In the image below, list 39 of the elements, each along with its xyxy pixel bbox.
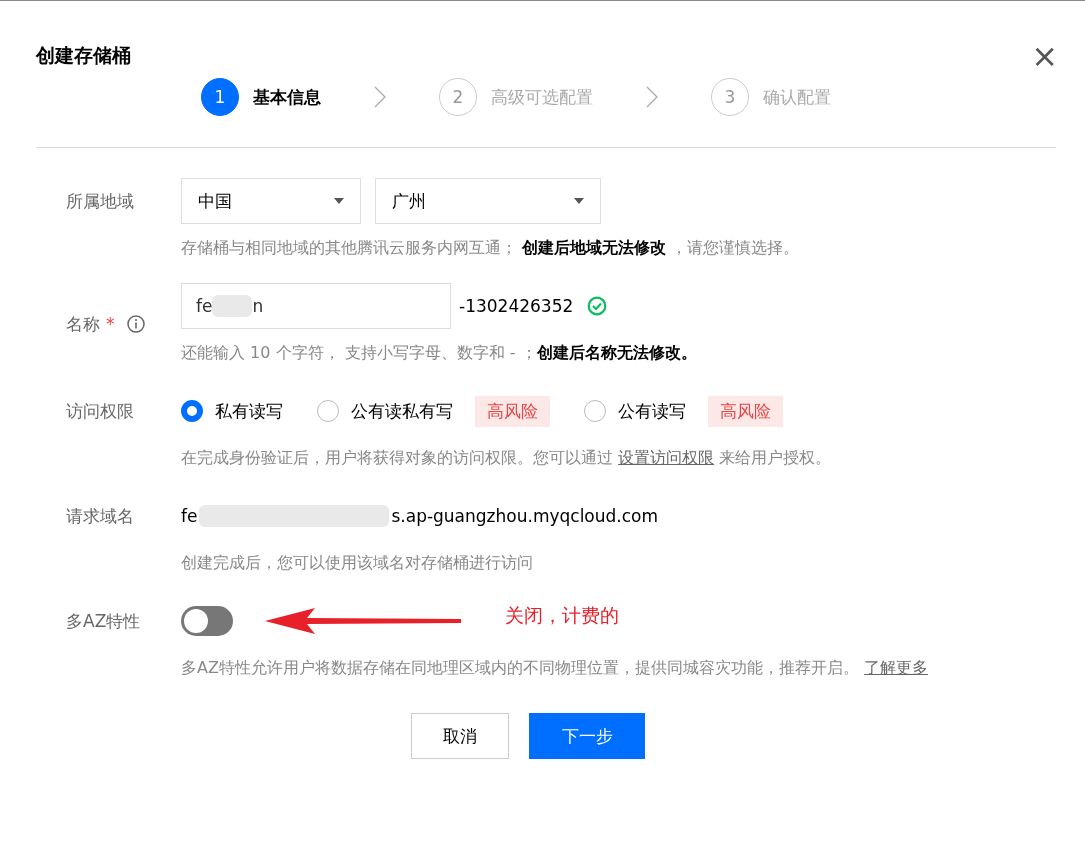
risk-tag: 高风险 bbox=[708, 395, 783, 427]
region-select[interactable]: 中国 bbox=[181, 178, 361, 224]
step-label: 高级可选配置 bbox=[491, 85, 593, 109]
hint-text: 还能输入 10 个字符， 支持小写字母、数字和 - ；创建后名称无法修改。 bbox=[181, 343, 697, 364]
name-input[interactable]: fe n bbox=[181, 283, 451, 329]
caret-icon bbox=[574, 198, 584, 204]
cancel-button[interactable]: 取消 bbox=[411, 713, 509, 759]
hint-text: 在完成身份验证后，用户将获得对象的访问权限。您可以通过 设置访问权限 来给用户授权。 bbox=[181, 448, 832, 469]
chevron-icon bbox=[373, 86, 387, 108]
appid-suffix: -1302426352 bbox=[459, 296, 574, 316]
radio-button[interactable] bbox=[181, 400, 203, 422]
chevron-icon bbox=[645, 86, 659, 108]
hint-text: 创建完成后，您可以使用该域名对存储桶进行访问 bbox=[181, 553, 534, 574]
field-label: 所属地域 bbox=[66, 190, 135, 213]
risk-tag: 高风险 bbox=[475, 395, 550, 427]
close-button[interactable]: × bbox=[1031, 40, 1058, 72]
next-button[interactable]: 下一步 bbox=[529, 713, 645, 759]
field-label: 名称 bbox=[66, 312, 100, 336]
info-icon[interactable] bbox=[126, 314, 145, 333]
required-mark: * bbox=[106, 312, 115, 336]
dialog-title: 创建存储桶 bbox=[36, 43, 131, 68]
step-number: 1 bbox=[201, 78, 239, 116]
step-label: 基本信息 bbox=[253, 85, 321, 109]
radio-label[interactable]: 公有读写 bbox=[618, 399, 686, 423]
permission-link[interactable]: 设置访问权限 bbox=[618, 448, 715, 467]
region-select[interactable]: 广州 bbox=[375, 178, 601, 224]
learn-more-link[interactable]: 了解更多 bbox=[864, 658, 928, 677]
field-label: 多AZ特性 bbox=[66, 610, 142, 633]
domain-text: fe s.ap-guangzhou.myqcloud.com bbox=[181, 505, 659, 527]
hint-text: 多AZ特性允许用户将数据存储在同地理区域内的不同物理位置，提供同城容灾功能，推荐开启。 了解更多 bbox=[181, 658, 928, 679]
radio-label[interactable]: 私有读写 bbox=[215, 399, 283, 423]
step-label: 确认配置 bbox=[763, 85, 831, 109]
caret-icon bbox=[334, 198, 344, 204]
toggle-switch[interactable] bbox=[181, 606, 233, 636]
hint-text: 存储桶与相同地域的其他腾讯云服务内网互通； 创建后地域无法修改 ，请您谨慎选择。 bbox=[181, 238, 800, 259]
annotation-text: 关闭，计费的 bbox=[505, 603, 619, 628]
field-label: 访问权限 bbox=[66, 400, 135, 423]
field-label: 请求域名 bbox=[66, 505, 135, 528]
radio-label[interactable]: 公有读私有写 bbox=[351, 399, 453, 423]
